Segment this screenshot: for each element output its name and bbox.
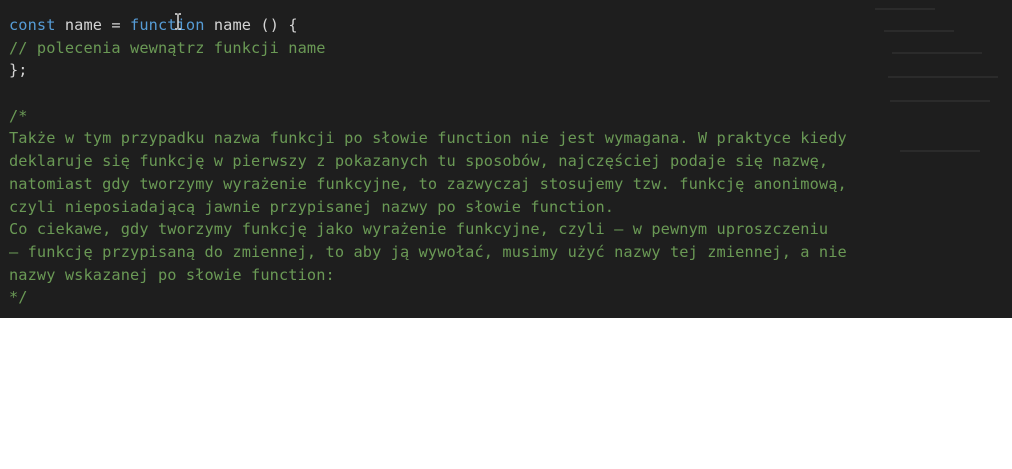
code-token-comment: /* — [9, 106, 28, 125]
code-token-comment: deklaruje się funkcję w pierwszy z pokaz… — [9, 152, 829, 171]
minimap-line — [892, 52, 982, 54]
code-token-comment: — funkcję przypisaną do zmiennej, to aby… — [9, 242, 847, 261]
code-line: Co ciekawe, gdy tworzymy funkcję jako wy… — [9, 218, 847, 241]
code-token-ident: name () { — [204, 16, 298, 34]
minimap-line — [900, 150, 980, 152]
code-line: — funkcję przypisaną do zmiennej, to aby… — [9, 241, 847, 264]
minimap-line — [890, 100, 990, 102]
code-line: const name = function name () { — [9, 14, 847, 37]
code-token-comment: // polecenia wewnątrz funkcji name — [9, 38, 326, 57]
code-token-kw: const — [9, 16, 56, 34]
code-editor[interactable]: const name = function name () {// polece… — [0, 0, 1012, 318]
code-line: }; — [9, 59, 847, 82]
text-cursor-icon — [175, 13, 181, 30]
minimap[interactable] — [870, 0, 1012, 318]
code-token-comment: czyli nieposiadającą jawnie przypisanej … — [9, 197, 615, 216]
code-line: */ — [9, 286, 847, 309]
code-area[interactable]: const name = function name () {// polece… — [9, 14, 847, 309]
minimap-line — [875, 8, 935, 10]
code-line: nazwy wskazanej po słowie function: — [9, 264, 847, 287]
code-line: // polecenia wewnątrz funkcji name — [9, 37, 847, 60]
code-token-comment: */ — [9, 288, 28, 307]
code-token-comment: Także w tym przypadku nazwa funkcji po s… — [9, 129, 847, 148]
code-token-kw: function — [130, 16, 205, 34]
code-token-ident: }; — [9, 61, 28, 80]
code-line: /* — [9, 105, 847, 128]
code-token-ident: name = — [55, 16, 131, 34]
code-line: deklaruje się funkcję w pierwszy z pokaz… — [9, 150, 847, 173]
code-line: Także w tym przypadku nazwa funkcji po s… — [9, 127, 847, 150]
code-token-comment: Co ciekawe, gdy tworzymy funkcję jako wy… — [9, 220, 829, 239]
code-line: czyli nieposiadającą jawnie przypisanej … — [9, 196, 847, 219]
code-token-comment: nazwy wskazanej po słowie function: — [9, 265, 335, 284]
minimap-line — [884, 30, 954, 32]
code-line: natomiast gdy tworzymy wyrażenie funkcyj… — [9, 173, 847, 196]
minimap-line — [888, 76, 998, 78]
code-token-comment: natomiast gdy tworzymy wyrażenie funkcyj… — [9, 174, 847, 193]
